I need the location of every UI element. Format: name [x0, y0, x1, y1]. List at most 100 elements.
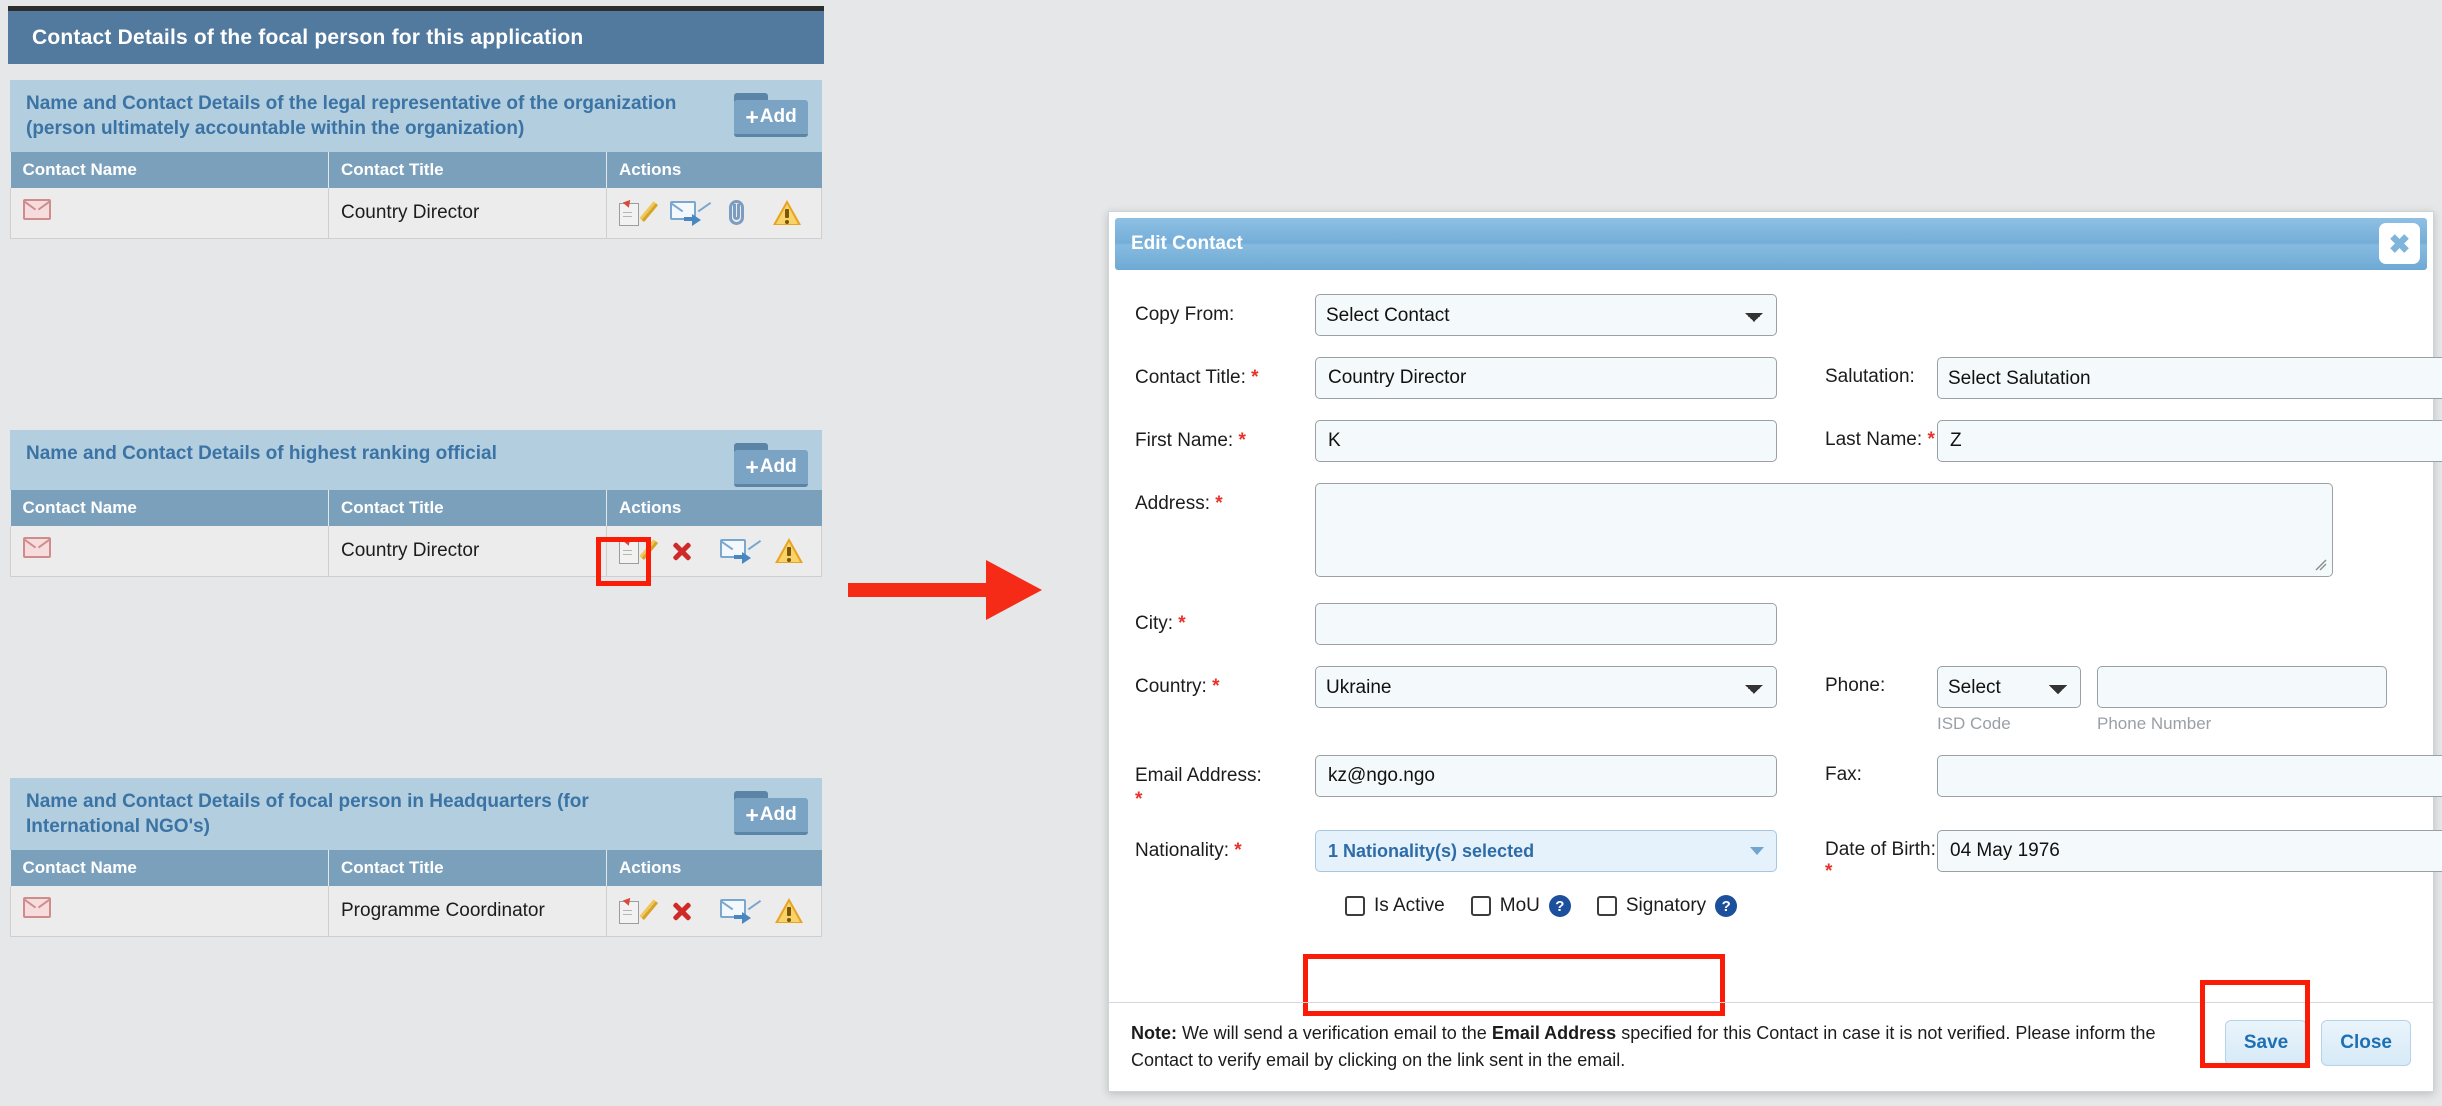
last-name-input[interactable] — [1937, 420, 2442, 462]
modal-title: Edit Contact — [1131, 233, 1243, 254]
checkbox-label: Signatory — [1625, 895, 1707, 916]
send-email-icon[interactable] — [670, 201, 712, 227]
envelope-icon[interactable] — [22, 537, 52, 559]
email-label: Email Address: * — [1135, 755, 1315, 812]
edit-contact-modal: Edit Contact ✖ Copy From: Select Contact… — [1108, 211, 2442, 1092]
table-header-row: Contact Name Contact Title Actions — [10, 152, 822, 188]
table-row: Country Director — [10, 188, 822, 239]
warning-icon[interactable] — [774, 538, 803, 564]
label-text: First Name: — [1135, 430, 1234, 451]
contacts-page: Contact Details of the focal person for … — [0, 0, 830, 1106]
isd-code-helper: ISD Code — [1937, 714, 2011, 733]
address-textarea[interactable] — [1315, 483, 2333, 577]
add-contact-button-legal-representative[interactable]: + Add — [734, 93, 808, 137]
required-asterisk: * — [1234, 840, 1242, 861]
field-row-nationality-dob: Nationality: * 1 Nationality(s) selected… — [1135, 830, 2442, 883]
address-label: Address: * — [1135, 483, 1315, 516]
copy-from-select[interactable]: Select Contact — [1315, 294, 1777, 336]
table-row: Programme Coordinator — [10, 886, 822, 937]
envelope-icon[interactable] — [22, 199, 52, 221]
checkbox-is-active[interactable]: Is Active — [1345, 895, 1445, 917]
annotation-arrow — [848, 555, 1060, 625]
email-input[interactable] — [1315, 755, 1777, 797]
checkbox-mou[interactable]: MoU ? — [1470, 895, 1571, 917]
group-header: Name and Contact Details of the legal re… — [10, 80, 822, 152]
required-asterisk: * — [1927, 429, 1935, 450]
plus-icon: + — [745, 453, 759, 480]
fax-input[interactable] — [1937, 755, 2442, 797]
edit-icon[interactable] — [619, 197, 659, 227]
page-title: Contact Details of the focal person for … — [32, 25, 584, 49]
resize-handle-icon[interactable] — [2314, 558, 2328, 572]
cell-contact-name — [10, 188, 329, 239]
required-asterisk: * — [1238, 430, 1246, 451]
send-email-icon[interactable] — [719, 899, 761, 925]
close-button[interactable]: Close — [2321, 1020, 2411, 1066]
edit-icon[interactable] — [619, 895, 659, 925]
help-icon[interactable]: ? — [1715, 895, 1738, 917]
plus-icon: + — [745, 103, 759, 130]
label-text: Address: — [1135, 493, 1210, 514]
field-row-contact-title: Contact Title: * Salutation: Select Salu… — [1135, 357, 2442, 399]
column-header-actions: Actions — [606, 850, 822, 886]
required-asterisk: * — [1178, 613, 1186, 634]
nationality-label: Nationality: * — [1135, 830, 1315, 863]
envelope-icon[interactable] — [22, 897, 52, 919]
country-select[interactable]: Ukraine — [1315, 666, 1777, 708]
arrow-head — [986, 560, 1042, 620]
label-text: Contact Title: — [1135, 367, 1246, 388]
flags-checkbox-group: Is Active MoU ? Signatory ? — [1331, 887, 1751, 925]
column-header-contact-name: Contact Name — [10, 152, 329, 188]
label-text: City: — [1135, 613, 1173, 634]
plus-icon: + — [745, 801, 759, 828]
nationality-multiselect[interactable]: 1 Nationality(s) selected — [1315, 830, 1777, 872]
required-asterisk: * — [1215, 493, 1223, 514]
flags-spacer — [1135, 887, 1331, 896]
group-header: Name and Contact Details of focal person… — [10, 778, 822, 850]
required-asterisk: * — [1251, 367, 1259, 388]
send-email-icon[interactable] — [719, 539, 761, 565]
add-contact-button-highest-ranking-official[interactable]: + Add — [734, 443, 808, 487]
delete-icon[interactable] — [670, 899, 694, 923]
field-row-copy-from: Copy From: Select Contact — [1135, 294, 2407, 336]
chevron-down-icon — [1750, 847, 1764, 855]
add-button-label: Add — [759, 456, 797, 477]
salutation-select[interactable]: Select Salutation — [1937, 357, 2442, 399]
group-title: Name and Contact Details of highest rank… — [26, 443, 497, 464]
city-input[interactable] — [1315, 603, 1777, 645]
warning-icon[interactable] — [772, 200, 801, 226]
arrow-shaft — [848, 583, 988, 597]
field-row-city: City: * — [1135, 603, 2407, 645]
contact-title-input[interactable] — [1315, 357, 1777, 399]
phone-number-input[interactable] — [2097, 666, 2387, 708]
table-row: Country Director — [10, 526, 822, 577]
checkbox-box-icon — [1596, 896, 1617, 916]
isd-code-select[interactable]: Select — [1937, 666, 2081, 708]
delete-icon[interactable] — [670, 539, 694, 563]
modal-form: Copy From: Select Contact Contact Title:… — [1109, 270, 2442, 1016]
field-row-flags: Is Active MoU ? Signatory ? — [1135, 887, 2407, 925]
first-name-input[interactable] — [1315, 420, 1777, 462]
paperclip-icon[interactable] — [726, 199, 748, 226]
edit-icon[interactable] — [619, 535, 659, 565]
cell-contact-name — [10, 526, 329, 577]
close-icon[interactable]: ✖ — [2379, 223, 2420, 264]
save-button[interactable]: Save — [2224, 1020, 2308, 1066]
cell-actions — [606, 188, 822, 239]
fax-label: Fax: — [1825, 764, 1862, 785]
cell-contact-title: Country Director — [328, 526, 607, 577]
label-text: Email Address: — [1135, 765, 1262, 786]
field-row-email-fax: Email Address: * Fax: — [1135, 755, 2442, 812]
checkbox-label: Is Active — [1374, 895, 1445, 916]
column-header-actions: Actions — [606, 490, 822, 526]
dob-label: Date of Birth: * — [1777, 830, 1937, 883]
add-contact-button-headquarters[interactable]: + Add — [734, 791, 808, 835]
warning-icon[interactable] — [774, 898, 803, 924]
help-icon[interactable]: ? — [1548, 895, 1571, 917]
group-header: Name and Contact Details of highest rank… — [10, 430, 822, 490]
checkbox-signatory[interactable]: Signatory ? — [1596, 895, 1738, 917]
column-header-contact-name: Contact Name — [10, 850, 329, 886]
note-prefix: Note: — [1131, 1023, 1177, 1043]
date-of-birth-input[interactable] — [1937, 830, 2442, 872]
add-button-body: + Add — [734, 798, 808, 835]
